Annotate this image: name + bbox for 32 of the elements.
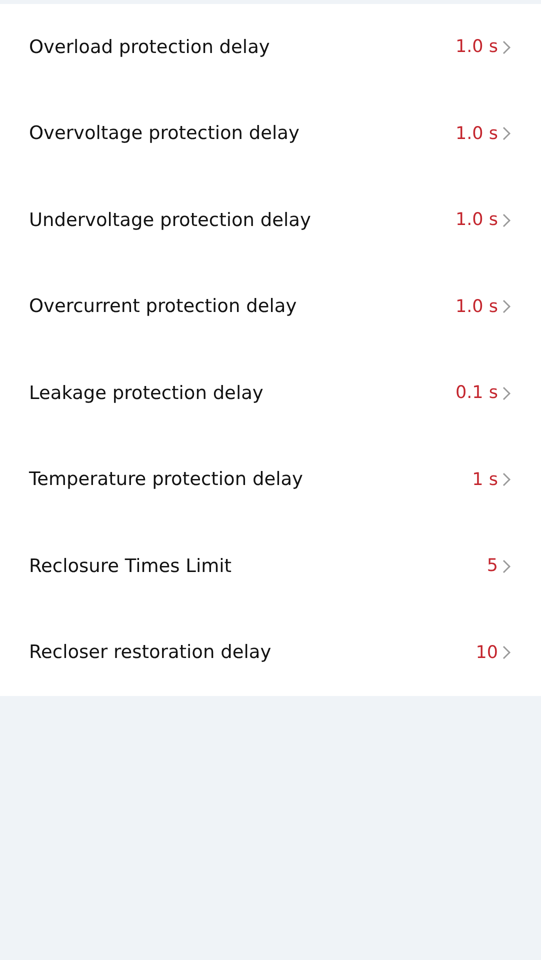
setting-value: 1.0 s: [455, 124, 498, 144]
setting-label: Leakage protection delay: [29, 382, 264, 404]
chevron-right-icon: [502, 126, 511, 142]
setting-row[interactable]: Leakage protection delay 0.1 s: [0, 350, 541, 436]
setting-value: 1.0 s: [455, 296, 498, 317]
setting-value: 10: [476, 642, 498, 663]
setting-label: Temperature protection delay: [29, 469, 304, 490]
setting-value: 1 s: [472, 470, 498, 490]
setting-value: 5: [486, 556, 498, 576]
setting-row[interactable]: Temperature protection delay 1 s: [0, 436, 541, 523]
setting-label: Overload protection delay: [29, 36, 271, 58]
chevron-right-icon: [502, 212, 511, 228]
setting-label: Reclosure Times Limit: [29, 556, 233, 577]
setting-value: 0.1 s: [455, 383, 498, 404]
setting-row[interactable]: Undervoltage protection delay 1.0 s: [0, 177, 541, 264]
setting-label: Undervoltage protection delay: [29, 210, 312, 231]
chevron-right-icon: [502, 386, 511, 401]
setting-row[interactable]: Reclosure Times Limit 5: [0, 523, 541, 610]
chevron-right-icon: [502, 472, 511, 488]
chevron-right-icon: [502, 40, 511, 55]
setting-row[interactable]: Recloser restoration delay 10: [0, 610, 541, 696]
setting-row[interactable]: Overcurrent protection delay 1.0 s: [0, 264, 541, 350]
setting-value: 1.0 s: [455, 210, 498, 230]
setting-row[interactable]: Overload protection delay 1.0 s: [0, 4, 541, 90]
setting-label: Overvoltage protection delay: [29, 123, 300, 144]
setting-value: 1.0 s: [455, 37, 498, 58]
setting-row[interactable]: Overvoltage protection delay 1.0 s: [0, 90, 541, 177]
setting-label: Overcurrent protection delay: [29, 296, 298, 318]
setting-label: Recloser restoration delay: [29, 642, 272, 664]
chevron-right-icon: [502, 645, 511, 660]
chevron-right-icon: [502, 558, 511, 574]
chevron-right-icon: [502, 299, 511, 314]
